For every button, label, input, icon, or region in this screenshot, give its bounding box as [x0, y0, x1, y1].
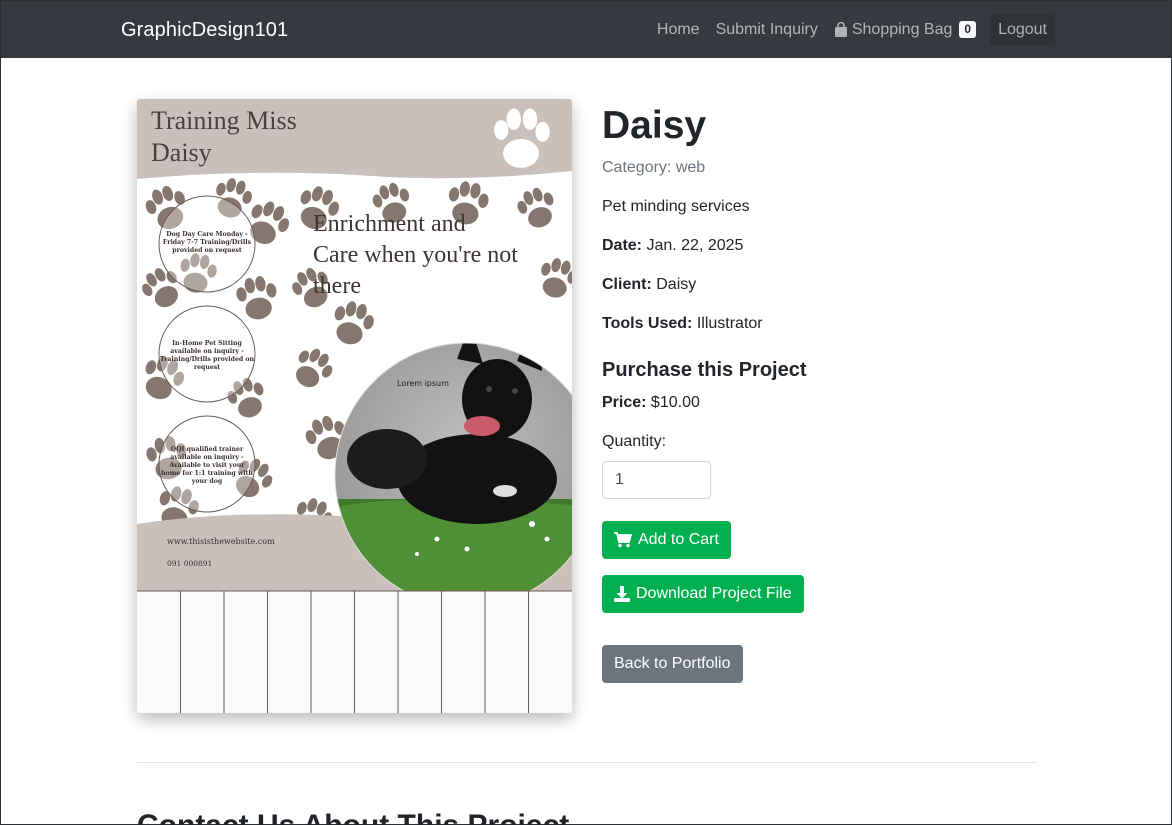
download-project-button[interactable]: Download Project File — [602, 575, 804, 613]
quantity-label: Quantity: — [602, 433, 667, 450]
nav-links: Home Submit Inquiry Shopping Bag 0 Logou… — [657, 1, 1055, 58]
circle3-line1: QQI qualified trainer — [171, 446, 244, 453]
poster-headline-line2: Care when you're not — [313, 242, 518, 268]
add-to-cart-label: Add to Cart — [638, 531, 719, 548]
poster-headline-line1: Enrichment and — [313, 211, 466, 237]
circle2-line2: available on inquiry - — [170, 348, 244, 355]
project-description: Pet minding services — [602, 198, 750, 215]
poster-website: www.thisisthewebsite.com — [167, 537, 275, 546]
tools-value: Illustrator — [696, 315, 763, 332]
brand-logo[interactable]: GraphicDesign101 — [121, 19, 288, 42]
date-label: Date: — [602, 237, 643, 254]
project-date: Date: Jan. 22, 2025 — [602, 237, 1062, 255]
circle3-line2: available on inquiry - — [170, 454, 244, 461]
price-label: Price: — [602, 394, 647, 411]
contact-heading: Contact Us About This Project — [137, 809, 569, 825]
nav-home-link[interactable]: Home — [657, 21, 700, 39]
project-category: Category: web — [602, 159, 706, 176]
project-details: Daisy Category: web Pet minding services… — [602, 101, 1062, 683]
project-client: Client: Daisy — [602, 276, 1062, 294]
tear-off-tabs — [137, 590, 572, 713]
section-divider — [137, 762, 1037, 763]
nav-inquiry-link[interactable]: Submit Inquiry — [716, 21, 818, 39]
circle1-line2: Friday 7-7 Training/Drills — [163, 239, 252, 246]
price-value: $10.00 — [650, 394, 700, 411]
client-value: Daisy — [656, 276, 697, 293]
purchase-heading: Purchase this Project — [602, 359, 807, 381]
client-label: Client: — [602, 276, 652, 293]
poster-title-line2: Daisy — [151, 138, 212, 167]
add-to-cart-button[interactable]: Add to Cart — [602, 521, 731, 559]
tools-label: Tools Used: — [602, 315, 693, 332]
circle3-line4: home for 1:1 training with — [161, 470, 253, 477]
project-image: Dog Day Care Monday - Friday 7-7 Trainin… — [137, 99, 572, 713]
circle1-line1: Dog Day Care Monday - — [166, 231, 248, 238]
project-title: Daisy — [602, 104, 707, 147]
poster-title-line1: Training Miss — [151, 106, 297, 135]
nav-shopping-bag-link[interactable]: Shopping Bag 0 — [834, 20, 977, 39]
circle2-line4: request — [194, 364, 220, 371]
navbar: GraphicDesign101 Home Submit Inquiry Sho… — [1, 1, 1171, 58]
circle3-line3: Available to visit your — [168, 462, 245, 469]
back-to-portfolio-button[interactable]: Back to Portfolio — [602, 645, 743, 683]
circle2-line3: Training/Drills provided on — [160, 356, 255, 363]
bag-count-badge: 0 — [959, 21, 977, 38]
download-icon — [614, 586, 630, 602]
date-value: Jan. 22, 2025 — [646, 237, 744, 254]
project-tools: Tools Used: Illustrator — [602, 315, 1062, 333]
project-price: Price: $10.00 — [602, 394, 1062, 412]
cart-icon — [614, 532, 632, 548]
poster-lorem: Lorem ipsum — [397, 379, 449, 388]
quantity-input[interactable] — [602, 461, 711, 499]
shopping-bag-icon — [834, 22, 847, 37]
poster-phone: 091 000891 — [167, 559, 212, 568]
poster-headline-line3: there — [313, 273, 361, 299]
nav-logout-link[interactable]: Logout — [990, 14, 1055, 45]
circle1-line3: provided on request — [172, 247, 242, 254]
circle2-line1: In-Home Pet Sitting — [172, 340, 242, 347]
shopping-bag-label: Shopping Bag — [851, 20, 953, 38]
circle3-line5: your dog — [191, 478, 223, 485]
download-label: Download Project File — [636, 585, 792, 602]
